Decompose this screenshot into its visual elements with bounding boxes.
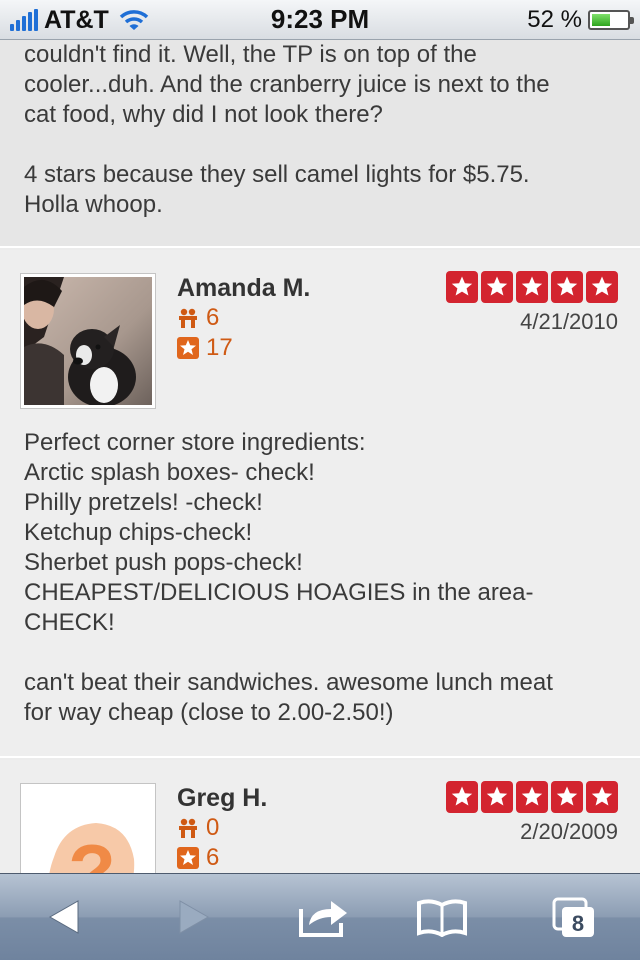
friends-count: 6: [177, 304, 219, 332]
star-icon: [516, 781, 548, 813]
avatar[interactable]: [20, 273, 156, 409]
star-rating: [446, 271, 618, 303]
star-icon: [586, 271, 618, 303]
battery-icon: [588, 10, 634, 30]
review-count-value: 17: [206, 334, 233, 361]
reviewer-name[interactable]: Amanda M.: [177, 274, 310, 303]
review-card: ? Greg H. 0 6 2/20/2009: [0, 760, 640, 873]
tabs-icon: 8: [552, 897, 594, 937]
star-icon: [446, 781, 478, 813]
tabs-button[interactable]: 8: [546, 892, 602, 942]
review-date: 2/20/2009: [520, 819, 618, 844]
review-date: 4/21/2010: [520, 309, 618, 334]
forward-button[interactable]: [166, 892, 222, 942]
star-icon: [551, 271, 583, 303]
back-icon: [48, 900, 79, 934]
star-icon: [551, 781, 583, 813]
share-button[interactable]: [296, 892, 352, 942]
star-icon: [481, 271, 513, 303]
star-icon: [481, 781, 513, 813]
star-rating: [446, 781, 618, 813]
browser-toolbar: 8: [0, 873, 640, 960]
tabs-count: 8: [572, 911, 584, 936]
friends-icon: [179, 308, 197, 328]
review-count: 6: [177, 844, 219, 872]
share-icon: [299, 901, 347, 937]
back-button[interactable]: [36, 892, 92, 942]
bookmarks-icon: [417, 899, 467, 937]
review-card: Amanda M. 6 17 4/21/2010 Perfect corner …: [0, 250, 640, 758]
status-bar: AT&T 9:23 PM 52 %: [0, 0, 640, 40]
review-star-icon: [177, 847, 199, 869]
friends-count: 0: [177, 814, 219, 842]
review-text: Perfect corner store ingredients: Arctic…: [24, 429, 553, 726]
previous-review-text: couldn't find it. Well, the TP is on top…: [24, 41, 550, 218]
status-right: 52 %: [527, 5, 634, 35]
star-icon: [446, 271, 478, 303]
default-user-icon: ?: [24, 787, 152, 873]
friends-value: 6: [206, 304, 220, 331]
bookmarks-button[interactable]: [414, 892, 470, 942]
review-count: 17: [177, 334, 233, 362]
star-icon: [516, 271, 548, 303]
review-star-icon: [177, 337, 199, 359]
star-icon: [586, 781, 618, 813]
forward-icon: [179, 900, 210, 934]
avatar[interactable]: ?: [20, 783, 156, 873]
user-photo: [24, 277, 152, 405]
svg-text:?: ?: [68, 828, 116, 873]
previous-review: couldn't find it. Well, the TP is on top…: [0, 40, 640, 248]
battery-percent: 52 %: [527, 6, 582, 33]
review-list[interactable]: couldn't find it. Well, the TP is on top…: [0, 40, 640, 873]
review-count-value: 6: [206, 844, 220, 871]
friends-value: 0: [206, 814, 220, 841]
battery-fill: [592, 14, 610, 26]
reviewer-name[interactable]: Greg H.: [177, 784, 267, 813]
friends-icon: [179, 818, 197, 838]
